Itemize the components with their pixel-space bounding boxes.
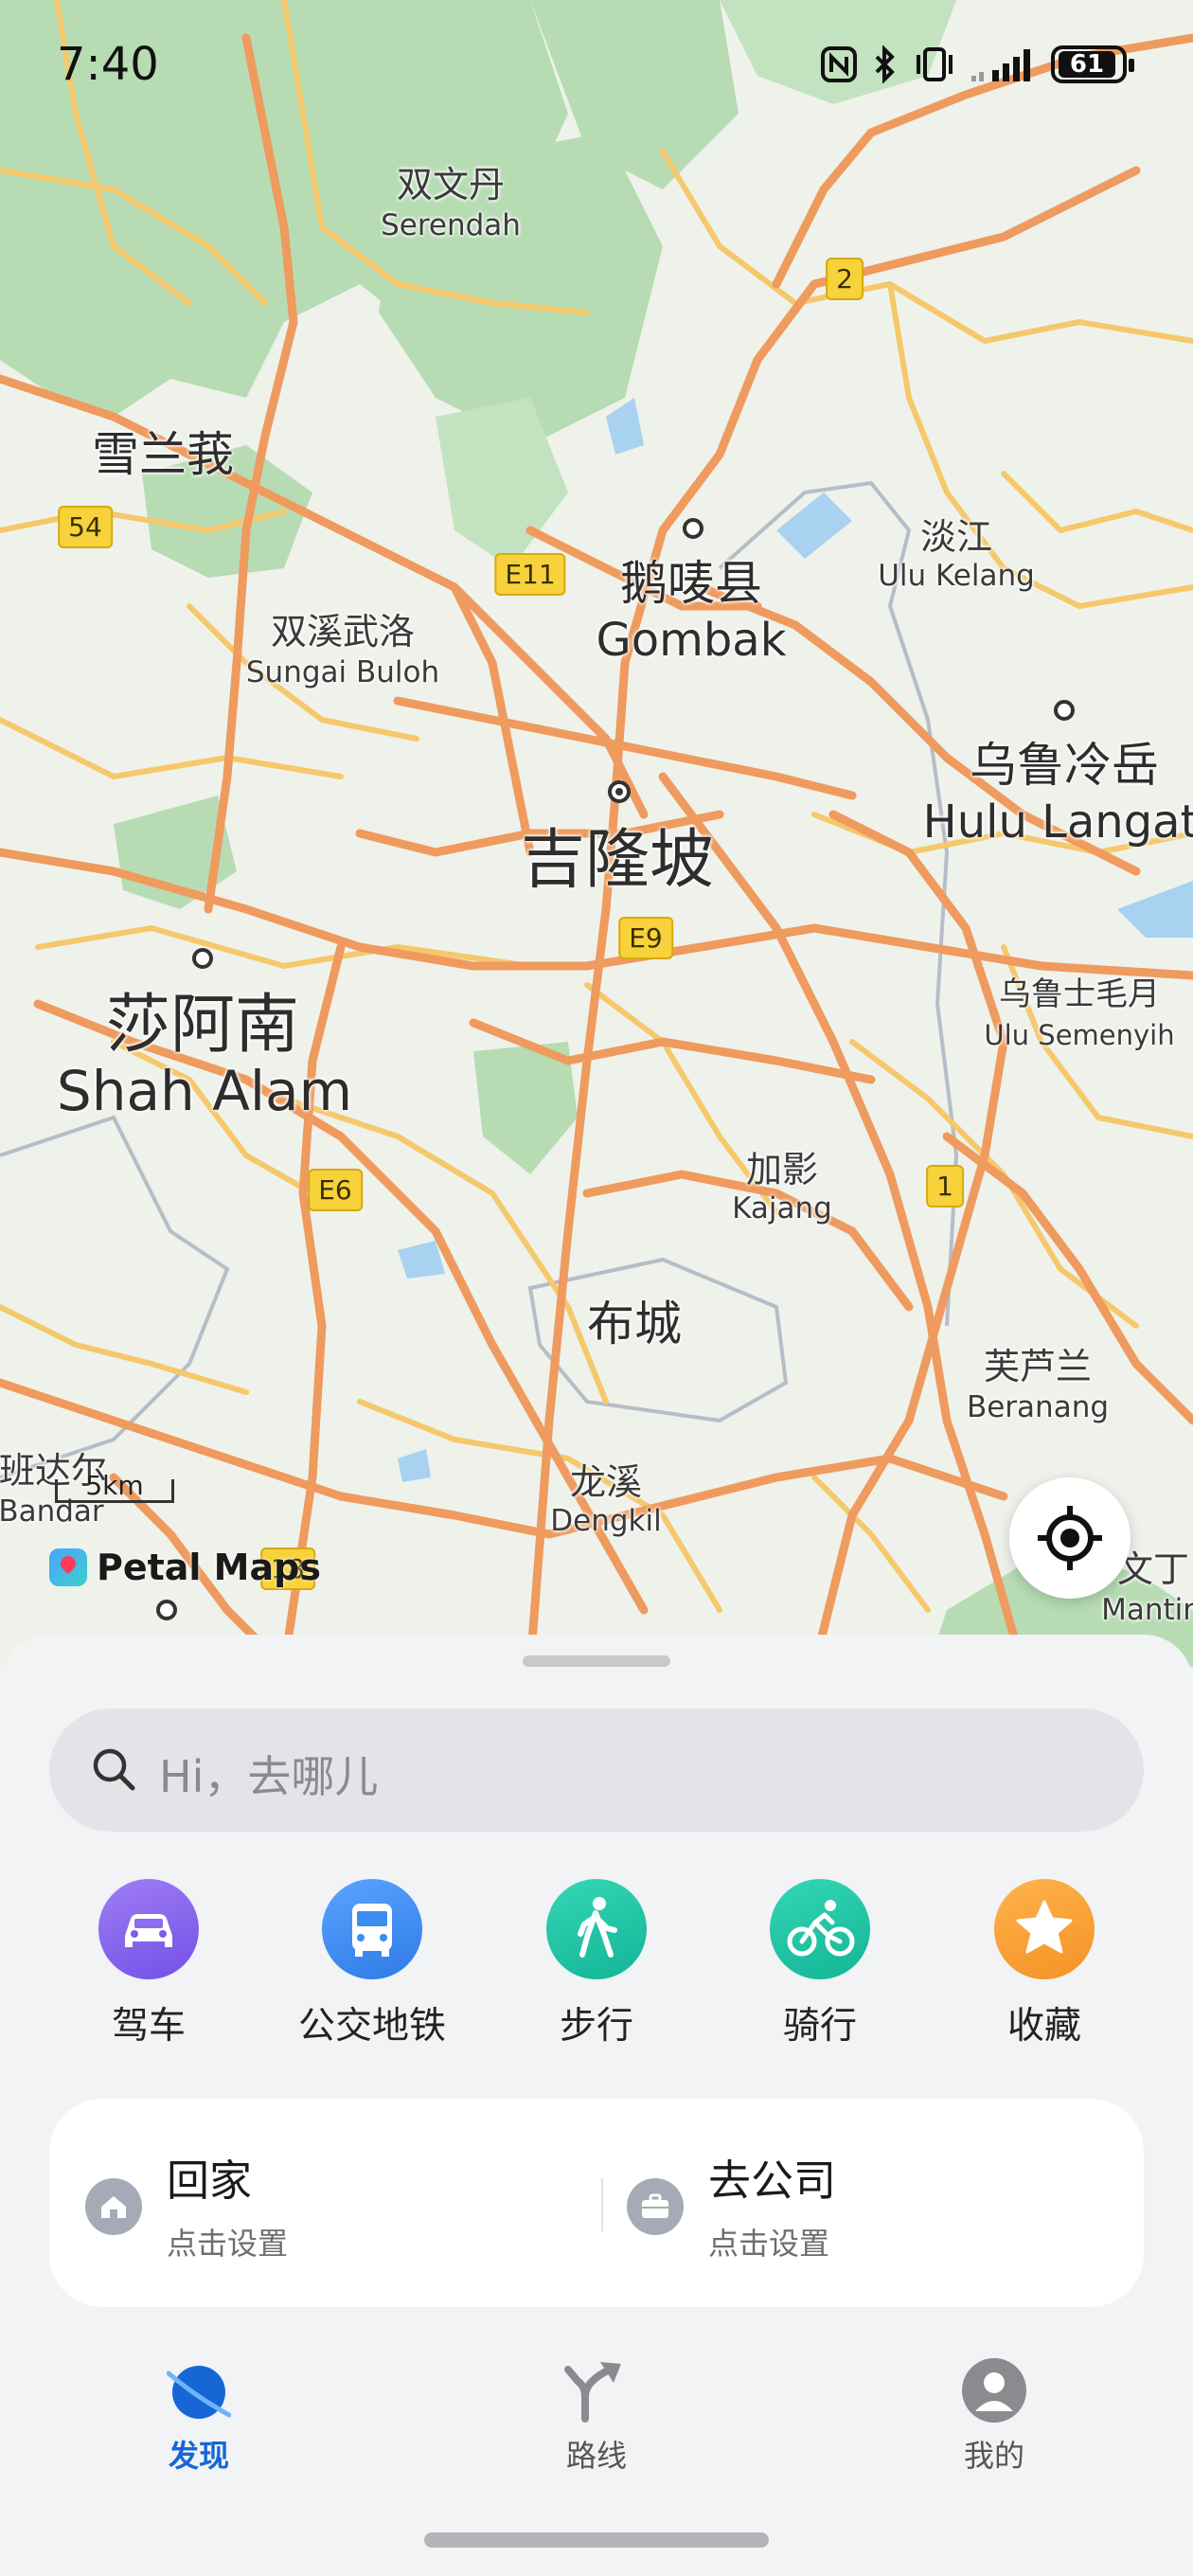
map-label-dengkil: 龙溪 [569, 1461, 643, 1503]
map-label-semenyih-en: Ulu Semenyih [984, 1019, 1175, 1051]
map-label-selangor: 雪兰莪 [92, 427, 234, 482]
kl-capital-marker [608, 780, 631, 803]
highway-shield-e6: E6 [308, 1169, 363, 1211]
nav-discover-label: 发现 [168, 2438, 229, 2474]
highway-shield-e9: E9 [618, 917, 673, 959]
map-label-hulu-langat-en: Hulu Langat [922, 796, 1193, 849]
map-label-shah-alam: 莎阿南 [105, 988, 300, 1063]
search-bar[interactable]: Hi，去哪儿 [49, 1708, 1144, 1832]
gombak-marker [683, 518, 703, 539]
nav-tab-discover[interactable]: 发现 [85, 2358, 312, 2476]
locate-me-button[interactable] [1009, 1477, 1131, 1599]
highway-shield-54: 54 [58, 506, 113, 548]
battery-icon: 61 [1051, 45, 1134, 83]
map-label-gombak-en: Gombak [596, 614, 787, 667]
go-home-subtitle: 点击设置 [167, 2226, 289, 2262]
highway-shield-1: 1 [926, 1165, 964, 1208]
mode-drive-label: 驾车 [111, 2005, 186, 2048]
bike-icon [770, 1879, 870, 1979]
nav-mine-label: 我的 [963, 2438, 1024, 2474]
vibrate-icon [917, 47, 953, 81]
map-label-kuala-lumpur: 吉隆坡 [520, 823, 715, 898]
mode-favorites[interactable]: 收藏 [950, 1879, 1139, 2049]
status-time: 7:40 [57, 38, 159, 91]
map-label-putrajaya: 布城 [587, 1297, 682, 1351]
signal-icon [971, 49, 1030, 81]
nav-route-label: 路线 [565, 2438, 627, 2474]
mode-favorites-label: 收藏 [1006, 2005, 1081, 2048]
petal-maps-logo: Petal Maps [49, 1546, 321, 1589]
route-fork-icon [564, 2358, 629, 2423]
mode-walk-label: 步行 [559, 2005, 633, 2048]
map-label-serendah: 双文丹 [396, 164, 506, 206]
go-work-subtitle: 点击设置 [708, 2226, 830, 2262]
petal-maps-logo-icon [49, 1548, 87, 1586]
nav-tab-route[interactable]: 路线 [483, 2358, 710, 2476]
nfc-icon [821, 46, 857, 82]
home-icon [85, 2178, 142, 2235]
map-label-sungai-buloh-en: Sungai Buloh [245, 655, 440, 689]
bus-icon [322, 1879, 422, 1979]
search-placeholder: Hi，去哪儿 [159, 1751, 379, 1802]
go-home-title: 回家 [167, 2156, 253, 2206]
mode-bike[interactable]: 骑行 [725, 1879, 915, 2049]
map-label-dengkil-en: Dengkil [550, 1504, 662, 1538]
go-home-item[interactable]: 回家 点击设置 [49, 2099, 579, 2307]
search-icon [93, 1748, 135, 1791]
map-label-hulu-langat: 乌鲁冷岳 [970, 738, 1159, 793]
mode-walk[interactable]: 步行 [502, 1879, 691, 2049]
go-work-title: 去公司 [708, 2156, 837, 2206]
map-label-sungai-buloh: 双溪武洛 [270, 611, 416, 653]
mode-drive[interactable]: 驾车 [54, 1879, 243, 2049]
status-bar: 7:40 61 [0, 0, 1193, 133]
highway-shield-e11: E11 [494, 553, 566, 596]
map-label-kajang-en: Kajang [732, 1191, 832, 1225]
home-indicator[interactable] [424, 2532, 769, 2548]
map-scale-bar: 5km [55, 1470, 174, 1503]
map-view[interactable]: 双文丹 Serendah 雪兰莪 鹅唛县 Gombak 淡江 Ulu Kelan… [0, 0, 1193, 1667]
scale-label: 5km [85, 1470, 144, 1501]
briefcase-icon [627, 2178, 684, 2235]
map-label-ulu-kelang: 淡江 [919, 516, 993, 558]
hulu-langat-marker [1054, 700, 1075, 721]
planet-icon [166, 2358, 232, 2423]
map-label-serendah-en: Serendah [381, 208, 521, 242]
go-work-item[interactable]: 去公司 点击设置 [591, 2099, 1121, 2307]
map-label-gombak: 鹅唛县 [620, 556, 762, 611]
sheet-drag-handle[interactable] [523, 1655, 670, 1667]
map-label-beranang-en: Beranang [966, 1390, 1110, 1424]
app-root: 双文丹 Serendah 雪兰莪 鹅唛县 Gombak 淡江 Ulu Kelan… [0, 0, 1193, 2576]
map-label-ulu-kelang-en: Ulu Kelang [878, 559, 1035, 593]
nav-tab-mine[interactable]: 我的 [881, 2358, 1108, 2476]
battery-level: 61 [1059, 51, 1115, 78]
map-label-beranang: 芙芦兰 [983, 1346, 1093, 1387]
bluetooth-icon [875, 45, 895, 83]
map-label-kajang: 加影 [745, 1149, 819, 1190]
highway-shield-2: 2 [826, 258, 864, 300]
map-label-semenyih: 乌鲁士毛月 [999, 975, 1160, 1013]
crosshair-icon [1038, 1506, 1102, 1570]
place-marker [156, 1600, 177, 1620]
map-label-shah-alam-en: Shah Alam [56, 1059, 353, 1123]
mode-transit[interactable]: 公交地铁 [277, 1879, 467, 2049]
profile-icon [962, 2358, 1026, 2423]
mode-transit-label: 公交地铁 [297, 2005, 446, 2048]
shah-alam-marker [192, 948, 213, 969]
star-icon [994, 1879, 1095, 1979]
bottom-sheet[interactable]: Hi，去哪儿 驾车 公交地铁 步行 骑行 收藏 回家 点击设置 去公司 点击设置… [0, 1635, 1193, 2576]
mode-bike-label: 骑行 [782, 2005, 857, 2048]
petal-maps-logo-text: Petal Maps [97, 1547, 321, 1588]
car-icon [98, 1879, 199, 1979]
walk-icon [546, 1879, 647, 1979]
quick-places-card: 回家 点击设置 去公司 点击设置 [49, 2099, 1144, 2307]
